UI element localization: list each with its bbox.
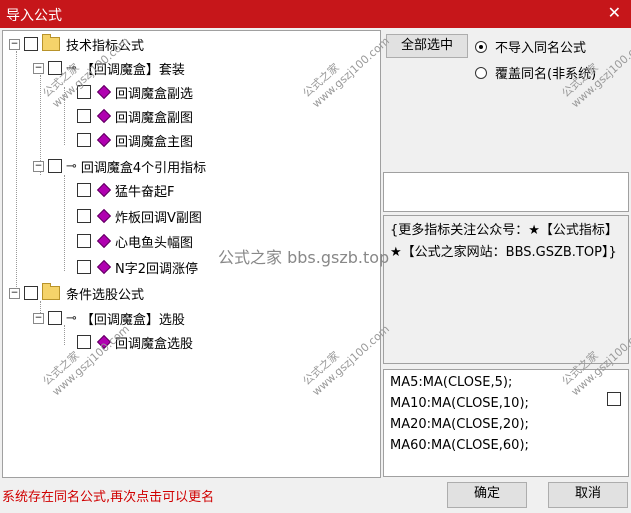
formula-line: MA20:MA(CLOSE,20); <box>390 417 529 432</box>
close-icon[interactable]: ✕ <box>608 3 621 22</box>
checkbox[interactable] <box>77 260 91 274</box>
ok-button[interactable]: 确定 <box>447 482 527 508</box>
tree-node-label: 回调魔盒副图 <box>115 110 194 126</box>
tree-node-label: 回调魔盒选股 <box>115 336 194 352</box>
checkbox[interactable] <box>77 109 91 123</box>
formula-icon <box>96 108 112 124</box>
folder-icon <box>42 34 60 51</box>
formula-description: {更多指标关注公众号：★【公式指标】★【公式之家网站：BBS.GSZB.TOP】… <box>383 215 629 364</box>
tree-node-label: 炸板回调V副图 <box>115 210 202 226</box>
formula-line: MA60:MA(CLOSE,60); <box>390 438 529 453</box>
checkbox[interactable] <box>24 37 38 51</box>
checkbox[interactable] <box>77 133 91 147</box>
formula-icon <box>96 233 112 249</box>
tree-node-suite[interactable]: − ⊸ 【回调魔盒】套装 <box>33 57 185 79</box>
tree-node-item[interactable]: 炸板回调V副图 <box>77 205 202 227</box>
folder-icon <box>42 283 60 300</box>
checkbox[interactable] <box>77 85 91 99</box>
tree-node-label: 技术指标公式 <box>66 38 145 54</box>
tree-node-ref-indicators[interactable]: − ⊸ 回调魔盒4个引用指标 <box>33 155 206 177</box>
tree-node-label: 回调魔盒主图 <box>115 134 194 150</box>
collapse-icon[interactable]: − <box>33 312 44 324</box>
tree-node-selection-suite[interactable]: − ⊸ 【回调魔盒】选股 <box>33 307 185 329</box>
tree-node-label: 【回调魔盒】选股 <box>80 312 185 328</box>
tree-node-label: 心电鱼头幅图 <box>115 235 194 251</box>
select-all-button[interactable]: 全部选中 <box>386 34 468 58</box>
tree-node-label: 条件选股公式 <box>66 287 145 303</box>
formula-line: MA5:MA(CLOSE,5); <box>390 375 513 390</box>
checkbox[interactable] <box>77 209 91 223</box>
checkbox[interactable] <box>77 234 91 248</box>
checkbox[interactable] <box>24 286 38 300</box>
tree-node-stock-selection[interactable]: − 条件选股公式 <box>9 282 144 304</box>
radio-label: 覆盖同名(非系统) <box>495 67 597 82</box>
key-icon: ⊸ <box>66 310 77 326</box>
formula-icon <box>96 259 112 275</box>
tree-node-item[interactable]: N字2回调涨停 <box>77 256 198 278</box>
tree-node-label: 【回调魔盒】套装 <box>80 62 185 78</box>
checkbox[interactable] <box>77 183 91 197</box>
tree-node-item[interactable]: 猛牛奋起F <box>77 179 174 201</box>
collapse-icon[interactable]: − <box>33 62 44 74</box>
tree-node-label: 回调魔盒4个引用指标 <box>80 160 207 176</box>
key-icon: ⊸ <box>66 60 77 76</box>
formula-icon <box>96 84 112 100</box>
status-message: 系统存在同名公式,再次点击可以更名 <box>2 490 215 505</box>
radio-overwrite[interactable]: 覆盖同名(非系统) <box>475 63 596 82</box>
formula-icon <box>96 132 112 148</box>
checkbox[interactable] <box>77 335 91 349</box>
checkbox[interactable] <box>48 159 62 173</box>
tree-node-tech-indicators[interactable]: − 技术指标公式 <box>9 33 144 55</box>
radio-icon[interactable] <box>475 66 487 79</box>
tree-node-item[interactable]: 回调魔盒副选 <box>77 81 193 103</box>
cancel-button[interactable]: 取消 <box>548 482 628 508</box>
key-icon: ⊸ <box>66 158 77 174</box>
radio-no-import[interactable]: 不导入同名公式 <box>475 37 586 56</box>
formula-line: MA10:MA(CLOSE,10); <box>390 396 529 411</box>
formula-checkbox[interactable] <box>607 392 621 406</box>
tree-node-label: 回调魔盒副选 <box>115 86 194 102</box>
formula-source[interactable]: MA5:MA(CLOSE,5); MA10:MA(CLOSE,10); MA20… <box>383 369 629 477</box>
title-bar: 导入公式 ✕ <box>0 0 631 28</box>
tree-node-item[interactable]: 回调魔盒主图 <box>77 129 193 151</box>
tree-node-label: N字2回调涨停 <box>115 261 198 277</box>
tree-node-item[interactable]: 回调魔盒副图 <box>77 105 193 127</box>
formula-tree[interactable]: − 技术指标公式 − ⊸ 【回调魔盒】套装 回调魔盒副选 回调魔盒副图 回调魔盒… <box>2 30 381 478</box>
checkbox[interactable] <box>48 61 62 75</box>
radio-label: 不导入同名公式 <box>495 41 587 56</box>
window-title: 导入公式 <box>6 8 62 24</box>
formula-icon <box>96 182 112 198</box>
collapse-icon[interactable]: − <box>9 38 20 50</box>
formula-icon <box>96 208 112 224</box>
collapse-icon[interactable]: − <box>33 160 44 172</box>
tree-node-item[interactable]: 心电鱼头幅图 <box>77 230 193 252</box>
formula-icon <box>96 334 112 350</box>
checkbox[interactable] <box>48 311 62 325</box>
tree-node-label: 猛牛奋起F <box>115 184 175 200</box>
name-field[interactable] <box>383 172 629 212</box>
collapse-icon[interactable]: − <box>9 287 20 299</box>
tree-node-item[interactable]: 回调魔盒选股 <box>77 331 193 353</box>
radio-selected-icon[interactable] <box>475 40 487 53</box>
description-text: {更多指标关注公众号：★【公式指标】★【公式之家网站：BBS.GSZB.TOP】… <box>390 223 618 260</box>
